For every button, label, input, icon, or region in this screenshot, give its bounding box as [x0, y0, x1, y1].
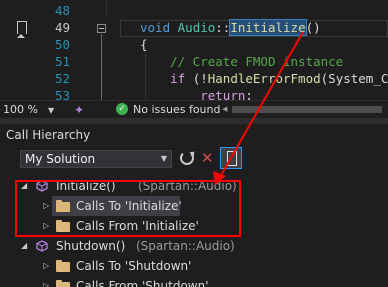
collapsed-triangle-icon[interactable]: ▷ — [43, 276, 49, 287]
zoom-dropdown-icon[interactable]: ▼ — [48, 103, 54, 118]
refresh-icon[interactable] — [180, 151, 194, 165]
tree-item-calls-to[interactable]: ▷ Calls To 'Shutdown' — [0, 256, 388, 276]
code-line[interactable]: if (!HandleErrorFmod(System_C — [140, 71, 388, 87]
scrollbar-thumb[interactable] — [232, 106, 382, 113]
code-line[interactable]: { — [140, 37, 148, 53]
scroll-left-icon[interactable]: ◀ — [222, 105, 227, 113]
code-line[interactable]: return; — [140, 88, 253, 100]
code-token: (System_C — [320, 71, 388, 86]
collapsed-triangle-icon[interactable]: ▷ — [43, 256, 49, 276]
tree-item-shutdown[interactable]: ◢ Shutdown() (Spartan::Audio) — [0, 236, 388, 256]
code-token: return — [200, 88, 246, 100]
line-number: 48 — [54, 3, 70, 18]
tree-item-calls-from[interactable]: ▷ Calls From 'Shutdown' — [0, 276, 388, 287]
node-label: Calls From 'Shutdown' — [76, 279, 209, 287]
method-icon — [36, 240, 48, 252]
method-context: (Spartan::Audio) — [136, 239, 235, 253]
line-number: 52 — [54, 71, 70, 86]
line-number: 50 — [54, 37, 70, 52]
toggle-details-button[interactable] — [220, 147, 242, 169]
code-token: HandleErrorFmod — [207, 71, 321, 86]
code-token: :: — [215, 20, 231, 35]
code-token: (! — [185, 71, 208, 86]
fold-guide — [101, 34, 102, 100]
issues-status[interactable]: No issues found — [133, 102, 220, 117]
node-label: Calls To 'Shutdown' — [76, 259, 192, 273]
check-circle-icon: ✓ — [116, 103, 128, 115]
editor-status-bar: 100 % ▼ ✦ ✓ No issues found ◀ — [0, 100, 388, 118]
line-number: 53 — [54, 88, 70, 100]
method-name: Shutdown() — [56, 239, 126, 253]
code-token: ; — [245, 88, 253, 100]
indent-guide — [106, 0, 107, 17]
chevron-down-icon: ▼ — [160, 154, 167, 163]
code-token: { — [140, 37, 148, 52]
selected-symbol: Initialize — [229, 19, 307, 36]
code-token: Audio — [177, 20, 216, 35]
expanded-triangle-icon[interactable]: ◢ — [21, 236, 27, 256]
scope-value: My Solution — [25, 152, 96, 166]
line-number: 51 — [54, 54, 70, 69]
code-token: () — [305, 20, 321, 35]
cancel-icon[interactable]: ✕ — [201, 149, 214, 167]
code-line[interactable]: // Create FMOD instance — [140, 54, 343, 70]
folder-icon — [56, 280, 70, 287]
intellicode-icon[interactable]: ✦ — [74, 103, 88, 117]
code-line[interactable]: void Audio::Initialize() — [140, 19, 321, 36]
panel-title: Call Hierarchy — [6, 128, 91, 142]
line-number-current: 49 — [54, 20, 70, 35]
code-editor[interactable]: 48 49 50 51 52 53 void Audio::Initialize… — [0, 0, 388, 100]
bookmark-icon[interactable] — [17, 21, 27, 38]
collapse-icon[interactable] — [97, 24, 106, 33]
editor-gutter: 48 49 50 51 52 53 — [0, 0, 118, 100]
zoom-level[interactable]: 100 % — [3, 102, 38, 117]
highlight-box — [15, 180, 241, 237]
code-token: // Create FMOD instance — [170, 54, 344, 69]
horizontal-scrollbar[interactable]: ◀ — [222, 105, 386, 114]
scope-dropdown[interactable]: My Solution ▼ — [20, 150, 172, 168]
folder-icon — [56, 260, 70, 272]
code-token: if — [170, 71, 186, 86]
code-token: void — [140, 20, 171, 35]
